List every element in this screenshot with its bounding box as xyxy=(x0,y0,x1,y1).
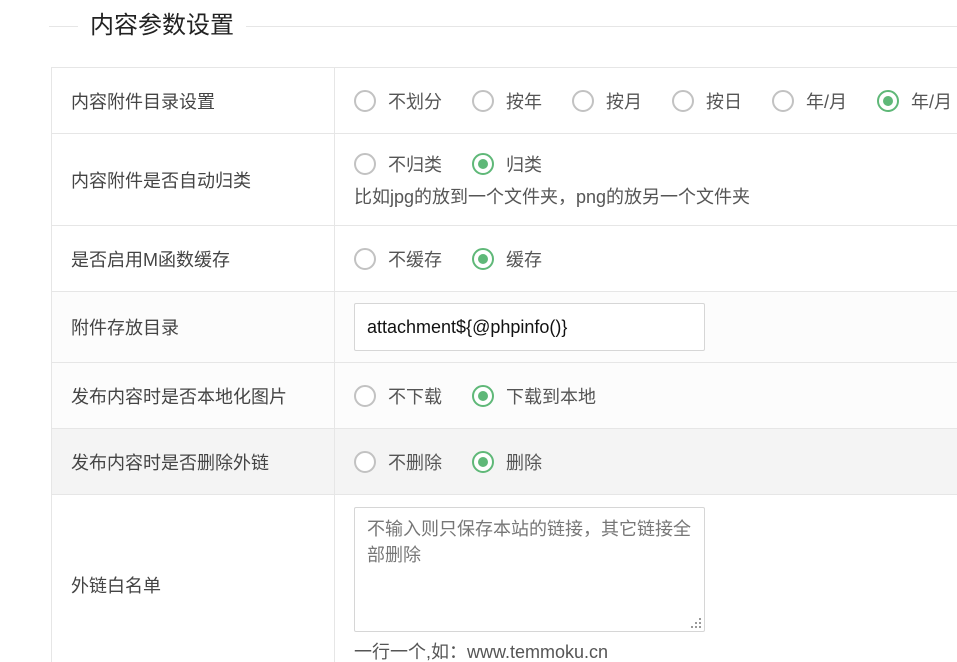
radio-label: 下载到本地 xyxy=(506,386,596,407)
radio-group-m-cache: 不缓存 缓存 xyxy=(354,246,957,272)
radio-option[interactable]: 年/月 xyxy=(877,88,952,114)
row-field xyxy=(335,292,957,362)
radio-option[interactable]: 不下载 xyxy=(354,383,442,409)
radio-option[interactable]: 缓存 xyxy=(472,246,542,272)
radio-circle-icon xyxy=(354,247,376,270)
radio-group-attachment-dir: 不划分 按年 按月 按日 年/月 年/月 xyxy=(354,88,957,114)
radio-label: 缓存 xyxy=(506,249,542,270)
radio-group-localize-images: 不下载 下载到本地 xyxy=(354,383,957,409)
attachment-path-input[interactable] xyxy=(354,303,705,351)
radio-option[interactable]: 不删除 xyxy=(354,449,442,475)
radio-group-delete-links: 不删除 删除 xyxy=(354,449,957,475)
radio-option[interactable]: 删除 xyxy=(472,449,542,475)
radio-label: 按年 xyxy=(506,91,542,112)
radio-label: 不下载 xyxy=(388,386,442,407)
radio-option[interactable]: 不划分 xyxy=(354,88,442,114)
radio-label: 不缓存 xyxy=(388,249,442,270)
radio-circle-icon xyxy=(354,152,376,175)
radio-circle-icon xyxy=(354,384,376,407)
radio-label: 不删除 xyxy=(388,452,442,473)
radio-option[interactable]: 不缓存 xyxy=(354,246,442,272)
radio-label: 删除 xyxy=(506,452,542,473)
row-label: 内容附件是否自动归类 xyxy=(52,134,335,225)
radio-circle-icon xyxy=(877,89,900,112)
radio-circle-icon xyxy=(472,89,494,112)
radio-circle-icon xyxy=(472,384,494,407)
radio-circle-icon xyxy=(572,89,594,112)
row-field: 不缓存 缓存 xyxy=(335,226,957,291)
radio-group-auto-classify: 不归类 归类 xyxy=(354,151,957,177)
radio-circle-icon xyxy=(472,247,494,270)
radio-circle-icon xyxy=(354,450,376,473)
resize-handle-icon[interactable] xyxy=(691,618,701,628)
row-field: 不删除 删除 xyxy=(335,429,957,494)
radio-label: 按日 xyxy=(706,91,742,112)
row-field: 不划分 按年 按月 按日 年/月 年/月 xyxy=(335,68,957,133)
row-label: 外链白名单 xyxy=(52,495,335,662)
row-field: 一行一个,如：www.temmoku.cn xyxy=(335,495,957,662)
row-label: 附件存放目录 xyxy=(52,292,335,362)
form-row-localize-images: 发布内容时是否本地化图片 不下载 下载到本地 xyxy=(52,363,957,429)
radio-option[interactable]: 按日 xyxy=(672,88,742,114)
row-label: 发布内容时是否删除外链 xyxy=(52,429,335,494)
radio-label: 不划分 xyxy=(388,91,442,112)
help-text: 比如jpg的放到一个文件夹，png的放另一个文件夹 xyxy=(354,186,751,207)
row-field: 不下载 下载到本地 xyxy=(335,363,957,428)
radio-circle-icon xyxy=(354,89,376,112)
radio-label: 归类 xyxy=(506,154,542,175)
help-text: 一行一个,如：www.temmoku.cn xyxy=(354,642,609,662)
form-row-m-cache: 是否启用M函数缓存 不缓存 缓存 xyxy=(52,226,957,292)
radio-option[interactable]: 按月 xyxy=(572,88,642,114)
whitelist-textarea-wrap xyxy=(354,507,705,632)
settings-form: 内容附件目录设置 不划分 按年 按月 按日 年/月 年/月 内容附件是否自动归类… xyxy=(51,67,957,662)
form-row-attachment-dir: 内容附件目录设置 不划分 按年 按月 按日 年/月 年/月 xyxy=(52,68,957,134)
form-row-auto-classify: 内容附件是否自动归类 不归类 归类 比如jpg的放到一个文件夹，png的放另一个… xyxy=(52,134,957,226)
radio-option[interactable]: 年/月 xyxy=(772,88,847,114)
radio-label: 按月 xyxy=(606,91,642,112)
radio-label: 不归类 xyxy=(388,154,442,175)
whitelist-textarea[interactable] xyxy=(354,507,705,632)
radio-label: 年/月 xyxy=(911,91,953,112)
radio-circle-icon xyxy=(772,89,794,112)
radio-option[interactable]: 下载到本地 xyxy=(472,383,596,409)
settings-page: 内容参数设置 内容附件目录设置 不划分 按年 按月 按日 年/月 年/月 内容附… xyxy=(0,0,957,662)
row-field: 不归类 归类 比如jpg的放到一个文件夹，png的放另一个文件夹 xyxy=(335,134,957,225)
row-label: 是否启用M函数缓存 xyxy=(52,226,335,291)
radio-option[interactable]: 不归类 xyxy=(354,151,442,177)
row-label: 内容附件目录设置 xyxy=(52,68,335,133)
form-row-attachment-path: 附件存放目录 xyxy=(52,292,957,363)
radio-label: 年/月 xyxy=(806,91,848,112)
row-label: 发布内容时是否本地化图片 xyxy=(52,363,335,428)
radio-circle-icon xyxy=(672,89,694,112)
radio-option[interactable]: 归类 xyxy=(472,151,542,177)
radio-circle-icon xyxy=(472,450,494,473)
form-row-link-whitelist: 外链白名单 一行一个,如：www.temmoku.cn xyxy=(52,495,957,662)
radio-circle-icon xyxy=(472,152,494,175)
section-title: 内容参数设置 xyxy=(78,8,246,44)
form-row-delete-links: 发布内容时是否删除外链 不删除 删除 xyxy=(52,429,957,495)
radio-option[interactable]: 按年 xyxy=(472,88,542,114)
